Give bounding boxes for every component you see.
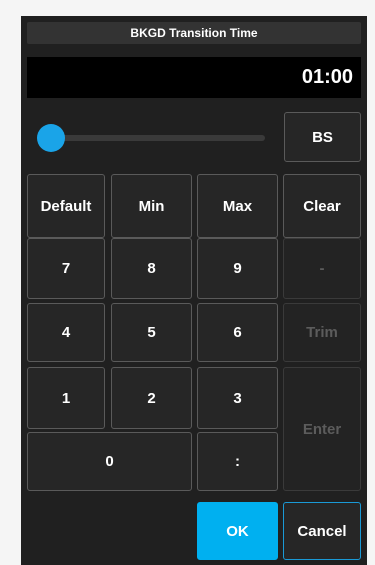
trim-button[interactable]: Trim <box>283 303 361 362</box>
value-display: 01:00 <box>27 57 361 98</box>
digit-2-button[interactable]: 2 <box>111 367 192 429</box>
backspace-button[interactable]: BS <box>284 112 361 162</box>
digit-7-button[interactable]: 7 <box>27 238 105 299</box>
slider-thumb[interactable] <box>37 124 65 152</box>
digit-5-button[interactable]: 5 <box>111 303 192 362</box>
dialog-title: BKGD Transition Time <box>27 22 361 44</box>
digit-4-button[interactable]: 4 <box>27 303 105 362</box>
clear-button[interactable]: Clear <box>283 174 361 238</box>
min-button[interactable]: Min <box>111 174 192 238</box>
digit-3-button[interactable]: 3 <box>197 367 278 429</box>
slider-track[interactable] <box>47 135 265 141</box>
colon-button[interactable]: : <box>197 432 278 491</box>
transition-time-dialog: BKGD Transition Time 01:00 BS Default Mi… <box>21 16 367 565</box>
default-button[interactable]: Default <box>27 174 105 238</box>
ok-button[interactable]: OK <box>197 502 278 560</box>
digit-0-button[interactable]: 0 <box>27 432 192 491</box>
max-button[interactable]: Max <box>197 174 278 238</box>
enter-button[interactable]: Enter <box>283 367 361 491</box>
digit-9-button[interactable]: 9 <box>197 238 278 299</box>
digit-8-button[interactable]: 8 <box>111 238 192 299</box>
digit-1-button[interactable]: 1 <box>27 367 105 429</box>
minus-button[interactable]: - <box>283 238 361 299</box>
digit-6-button[interactable]: 6 <box>197 303 278 362</box>
cancel-button[interactable]: Cancel <box>283 502 361 560</box>
